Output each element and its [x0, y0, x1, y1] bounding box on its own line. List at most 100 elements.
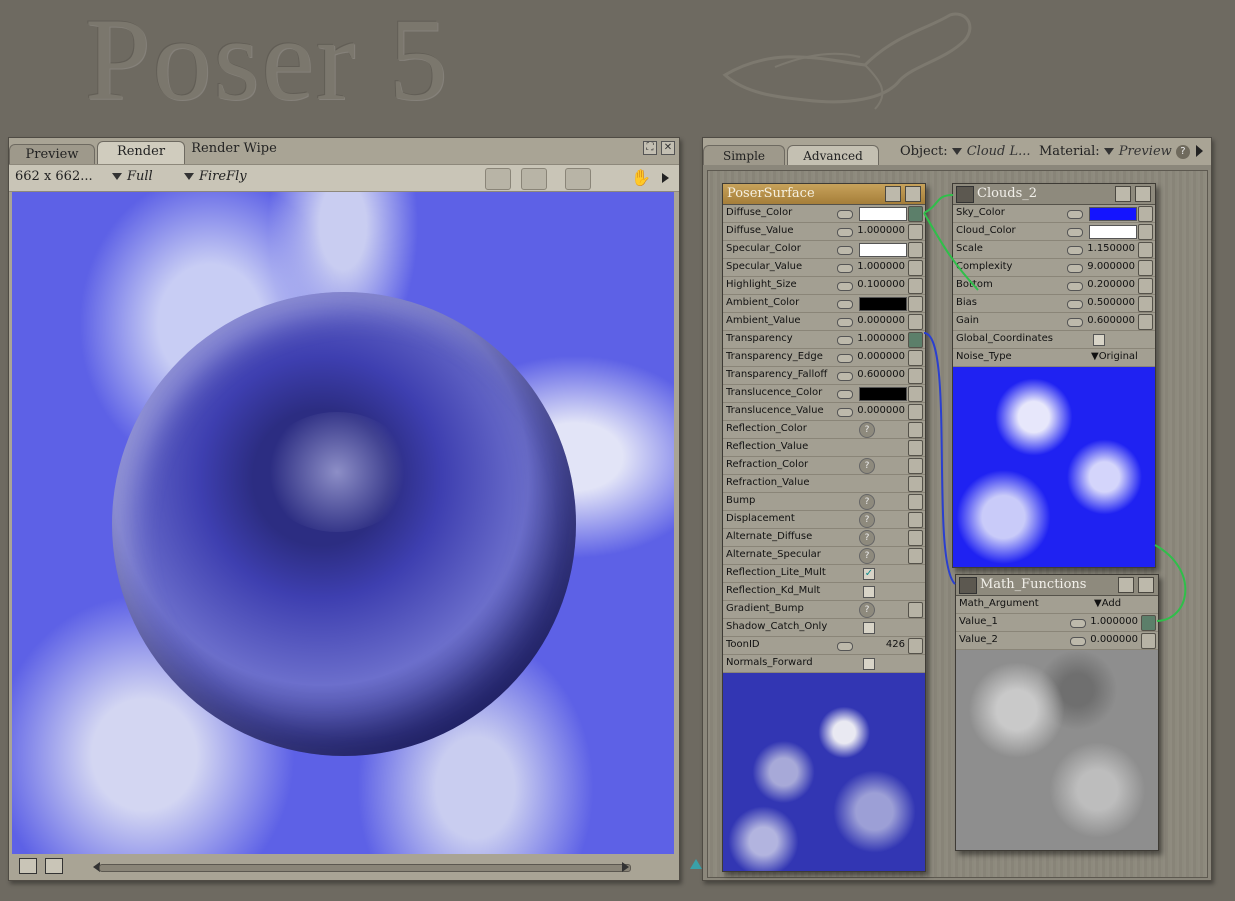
slider-right-icon[interactable] — [622, 862, 629, 872]
maximize-icon[interactable]: ⛶ — [643, 141, 657, 155]
param-value[interactable]: 0.000000 — [855, 315, 905, 326]
link-icon[interactable] — [837, 228, 853, 237]
menu-arrow-icon[interactable] — [662, 173, 669, 183]
plug-icon[interactable] — [908, 368, 923, 384]
slider-thumb[interactable] — [690, 859, 702, 869]
link-icon[interactable] — [837, 408, 853, 417]
tab-advanced[interactable]: Advanced — [787, 145, 879, 165]
param-value[interactable]: 1.000000 — [855, 333, 905, 344]
checkbox[interactable] — [863, 658, 875, 670]
link-icon[interactable] — [837, 642, 853, 651]
object-select[interactable]: Object: Cloud L... — [900, 144, 1031, 159]
color-swatch[interactable] — [859, 387, 907, 401]
color-swatch[interactable] — [859, 297, 907, 311]
param-dropdown[interactable]: ▼Original — [1091, 351, 1138, 362]
param-value[interactable]: 1.000000 — [855, 225, 905, 236]
link-icon[interactable] — [1067, 210, 1083, 219]
help-icon[interactable]: ? — [859, 512, 875, 528]
eye-icon[interactable] — [905, 186, 921, 202]
quality-select[interactable]: Full — [112, 169, 153, 184]
param-value[interactable]: 0.500000 — [1085, 297, 1135, 308]
help-icon[interactable]: ? — [859, 602, 875, 618]
param-value[interactable]: 0.600000 — [855, 369, 905, 380]
link-icon[interactable] — [837, 210, 853, 219]
checkbox[interactable]: ✓ — [863, 568, 875, 580]
plug-icon[interactable] — [908, 386, 923, 402]
link-icon[interactable] — [837, 336, 853, 345]
clouds-node[interactable]: Clouds_2 Sky_Color Cloud_Color Scale 1.1500… — [952, 183, 1156, 568]
link-icon[interactable] — [837, 282, 853, 291]
math-node[interactable]: Math_Functions Math_Argument ▼Add Value_1 1… — [955, 574, 1159, 851]
checkbox[interactable] — [863, 622, 875, 634]
param-dropdown[interactable]: ▼Add — [1094, 598, 1121, 609]
plug-icon[interactable] — [908, 458, 923, 474]
plug-icon[interactable] — [908, 440, 923, 456]
tab-simple[interactable]: Simple — [703, 145, 785, 165]
close-icon[interactable]: ✕ — [661, 141, 675, 155]
param-value[interactable]: 1.150000 — [1085, 243, 1135, 254]
connected-plug-icon[interactable] — [908, 206, 923, 222]
param-value[interactable]: 1.000000 — [1088, 616, 1138, 627]
node-options-icon[interactable] — [1118, 577, 1134, 593]
export-icon[interactable] — [565, 168, 591, 190]
link-icon[interactable] — [837, 390, 853, 399]
node-options-icon[interactable] — [885, 186, 901, 202]
plug-icon[interactable] — [908, 350, 923, 366]
plug-icon[interactable] — [908, 404, 923, 420]
hand-icon[interactable]: ✋ — [629, 168, 653, 188]
link-icon[interactable] — [1067, 300, 1083, 309]
help-icon[interactable]: ? — [859, 548, 875, 564]
param-value[interactable]: 0.000000 — [1088, 634, 1138, 645]
plug-icon[interactable] — [1138, 224, 1153, 240]
checkbox[interactable] — [863, 586, 875, 598]
plug-icon[interactable] — [1138, 296, 1153, 312]
window-icon[interactable] — [19, 858, 37, 874]
menu-arrow-icon[interactable] — [1196, 145, 1203, 157]
connected-plug-icon[interactable] — [1141, 615, 1156, 631]
help-icon[interactable]: ? — [859, 494, 875, 510]
math-header[interactable]: Math_Functions — [956, 575, 1158, 596]
link-icon[interactable] — [1067, 282, 1083, 291]
node-options-icon[interactable] — [1115, 186, 1131, 202]
render-area-icon[interactable] — [521, 168, 547, 190]
collapse-icon[interactable] — [959, 577, 977, 594]
link-icon[interactable] — [1070, 619, 1086, 628]
plug-icon[interactable] — [908, 494, 923, 510]
param-value[interactable]: 0.200000 — [1085, 279, 1135, 290]
color-swatch[interactable] — [859, 207, 907, 221]
clouds-header[interactable]: Clouds_2 — [953, 184, 1155, 205]
poser-surface-header[interactable]: PoserSurface — [723, 184, 925, 205]
link-icon[interactable] — [837, 246, 853, 255]
plug-icon[interactable] — [908, 548, 923, 564]
plug-icon[interactable] — [908, 296, 923, 312]
color-swatch[interactable] — [859, 243, 907, 257]
param-value[interactable]: 0.000000 — [855, 405, 905, 416]
renderer-select[interactable]: FireFly — [184, 169, 247, 184]
link-icon[interactable] — [837, 354, 853, 363]
plug-icon[interactable] — [908, 422, 923, 438]
help-icon[interactable]: ? — [1175, 144, 1190, 159]
link-icon[interactable] — [1067, 246, 1083, 255]
plug-icon[interactable] — [908, 602, 923, 618]
plug-icon[interactable] — [908, 260, 923, 276]
plug-icon[interactable] — [1138, 206, 1153, 222]
plug-icon[interactable] — [908, 530, 923, 546]
eye-icon[interactable] — [1138, 577, 1154, 593]
param-value[interactable]: 1.000000 — [855, 261, 905, 272]
link-icon[interactable] — [1067, 228, 1083, 237]
param-value[interactable]: 0.600000 — [1085, 315, 1135, 326]
eye-icon[interactable] — [1135, 186, 1151, 202]
material-select[interactable]: Material: Preview ? — [1039, 144, 1190, 159]
param-value[interactable]: 426 — [855, 639, 905, 650]
plug-icon[interactable] — [1138, 242, 1153, 258]
link-icon[interactable] — [1070, 637, 1086, 646]
render-camera-icon[interactable] — [485, 168, 511, 190]
help-icon[interactable]: ? — [859, 530, 875, 546]
link-icon[interactable] — [837, 264, 853, 273]
tab-preview[interactable]: Preview — [9, 144, 95, 165]
param-value[interactable]: 0.000000 — [855, 351, 905, 362]
param-value[interactable]: 9.000000 — [1085, 261, 1135, 272]
plug-icon[interactable] — [908, 242, 923, 258]
connected-plug-icon[interactable] — [908, 332, 923, 348]
help-icon[interactable]: ? — [859, 422, 875, 438]
